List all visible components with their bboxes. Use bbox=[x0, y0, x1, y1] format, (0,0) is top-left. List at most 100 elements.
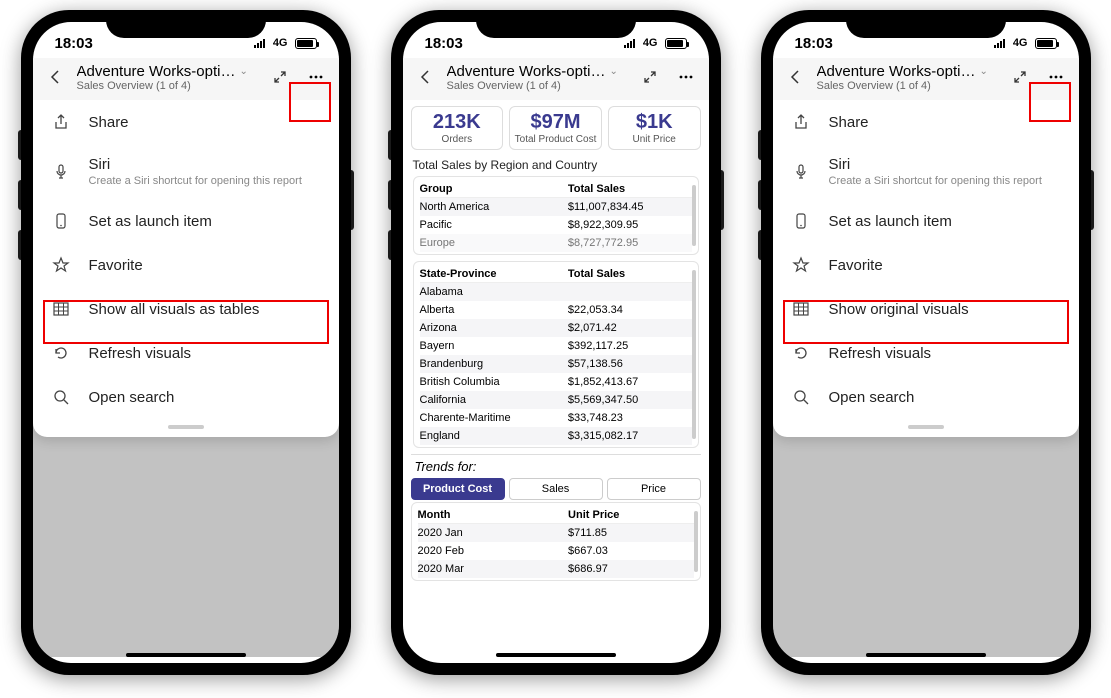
more-horizontal-icon bbox=[678, 69, 694, 85]
phone-frame-1: 18:03 4G Adventure Works-opti…⌄ Sales Ov… bbox=[21, 10, 351, 675]
phone-frame-3: 18:03 4G Adventure Works-opti…⌄ Sales Ov… bbox=[761, 10, 1091, 675]
menu-item-refresh[interactable]: Refresh visuals bbox=[773, 331, 1079, 375]
menu-item-siri[interactable]: Siri Create a Siri shortcut for opening … bbox=[33, 144, 339, 199]
kpi-value: $97M bbox=[512, 111, 599, 134]
menu-item-label: Open search bbox=[829, 389, 915, 406]
search-icon bbox=[791, 387, 811, 407]
more-options-button[interactable] bbox=[671, 62, 701, 92]
menu-item-label: Set as launch item bbox=[89, 213, 212, 230]
menu-item-search[interactable]: Open search bbox=[33, 375, 339, 419]
kpi-value: $1K bbox=[611, 111, 698, 134]
table-row[interactable]: Bayern$392,117.25 bbox=[420, 337, 692, 355]
menu-item-label: Favorite bbox=[829, 257, 883, 274]
signal-icon bbox=[994, 38, 1009, 48]
table-row[interactable]: Alabama bbox=[420, 283, 692, 301]
kpi-card-orders[interactable]: 213KOrders bbox=[411, 106, 504, 150]
network-label: 4G bbox=[643, 37, 658, 49]
search-icon bbox=[51, 387, 71, 407]
more-horizontal-icon bbox=[308, 69, 324, 85]
kpi-card-cost[interactable]: $97MTotal Product Cost bbox=[509, 106, 602, 150]
menu-item-label: Share bbox=[829, 114, 869, 131]
phone-icon bbox=[791, 211, 811, 231]
menu-item-launch[interactable]: Set as launch item bbox=[773, 199, 1079, 243]
kpi-label: Orders bbox=[414, 134, 501, 145]
sheet-grabber[interactable] bbox=[168, 425, 204, 429]
menu-item-share[interactable]: Share bbox=[773, 100, 1079, 144]
scrollbar[interactable] bbox=[692, 270, 696, 439]
report-title-dropdown[interactable]: Adventure Works-opti…⌄ Sales Overview (1… bbox=[77, 63, 259, 92]
home-indicator[interactable] bbox=[496, 653, 616, 657]
scrollbar[interactable] bbox=[694, 511, 698, 572]
menu-item-show-original[interactable]: Show original visuals bbox=[773, 287, 1079, 331]
tab-product-cost[interactable]: Product Cost bbox=[411, 478, 505, 500]
menu-item-label: Refresh visuals bbox=[829, 345, 932, 362]
report-canvas[interactable]: 213KOrders $97MTotal Product Cost $1KUni… bbox=[403, 100, 709, 657]
table-row[interactable]: Brandenburg$57,138.56 bbox=[420, 355, 692, 373]
home-indicator[interactable] bbox=[126, 653, 246, 657]
menu-item-launch[interactable]: Set as launch item bbox=[33, 199, 339, 243]
expand-button[interactable] bbox=[265, 62, 295, 92]
table-row[interactable]: California$5,569,347.50 bbox=[420, 391, 692, 409]
expand-button[interactable] bbox=[635, 62, 665, 92]
kpi-card-price[interactable]: $1KUnit Price bbox=[608, 106, 701, 150]
section-title: Total Sales by Region and Country bbox=[403, 156, 709, 174]
chevron-left-icon bbox=[788, 69, 804, 85]
signal-icon bbox=[624, 38, 639, 48]
table-row[interactable]: 2020 Feb$667.03 bbox=[418, 542, 694, 560]
modal-scrim[interactable]: Charente-Maritime$33,748.23 England$3,31… bbox=[773, 100, 1079, 657]
table-trends[interactable]: MonthUnit Price 2020 Jan$711.85 2020 Feb… bbox=[411, 502, 701, 581]
more-options-button[interactable] bbox=[301, 62, 331, 92]
col-header: State-Province bbox=[420, 268, 568, 280]
table-row[interactable]: 2020 Jan$711.85 bbox=[418, 524, 694, 542]
modal-scrim[interactable]: Europe$8.7M Microsoft Bing Terms Share S… bbox=[33, 100, 339, 657]
star-icon bbox=[791, 255, 811, 275]
menu-item-refresh[interactable]: Refresh visuals bbox=[33, 331, 339, 375]
col-header: Unit Price bbox=[568, 509, 693, 521]
status-time: 18:03 bbox=[55, 35, 93, 52]
scrollbar[interactable] bbox=[692, 185, 696, 246]
phone-icon bbox=[51, 211, 71, 231]
expand-icon bbox=[272, 69, 288, 85]
menu-item-siri[interactable]: Siri Create a Siri shortcut for opening … bbox=[773, 144, 1079, 199]
menu-item-show-tables[interactable]: Show all visuals as tables bbox=[33, 287, 339, 331]
report-subtitle: Sales Overview (1 of 4) bbox=[77, 80, 259, 92]
table-grid-icon bbox=[791, 299, 811, 319]
table-row[interactable]: North America$11,007,834.45 bbox=[420, 198, 692, 216]
phone-frame-2: 18:03 4G Adventure Works-opti…⌄ Sales Ov… bbox=[391, 10, 721, 675]
chevron-left-icon bbox=[48, 69, 64, 85]
refresh-icon bbox=[51, 343, 71, 363]
table-state-sales[interactable]: State-ProvinceTotal Sales Alabama Albert… bbox=[413, 261, 699, 448]
col-header: Group bbox=[420, 183, 568, 195]
table-group-sales[interactable]: GroupTotal Sales North America$11,007,83… bbox=[413, 176, 699, 255]
trends-title: Trends for: bbox=[411, 457, 701, 476]
table-row[interactable]: Charente-Maritime$33,748.23 bbox=[420, 409, 692, 427]
table-row[interactable]: Pacific$8,922,309.95 bbox=[420, 216, 692, 234]
table-row[interactable]: England$3,315,082.17 bbox=[420, 427, 692, 445]
menu-item-label: Share bbox=[89, 114, 129, 131]
back-button[interactable] bbox=[41, 62, 71, 92]
more-horizontal-icon bbox=[1048, 69, 1064, 85]
table-row[interactable]: Arizona$2,071.42 bbox=[420, 319, 692, 337]
menu-item-label: Siri bbox=[89, 156, 302, 173]
report-title: Adventure Works-opti… bbox=[77, 63, 236, 80]
sheet-grabber[interactable] bbox=[908, 425, 944, 429]
report-header: Adventure Works-opti…⌄ Sales Overview (1… bbox=[33, 58, 339, 100]
back-button[interactable] bbox=[411, 62, 441, 92]
tab-price[interactable]: Price bbox=[607, 478, 701, 500]
expand-button[interactable] bbox=[1005, 62, 1035, 92]
col-header: Total Sales bbox=[568, 268, 692, 280]
home-indicator[interactable] bbox=[866, 653, 986, 657]
report-title-dropdown[interactable]: Adventure Works-opti…⌄ Sales Overview (1… bbox=[447, 63, 629, 92]
table-row[interactable]: 2020 Mar$686.97 bbox=[418, 560, 694, 578]
table-row[interactable]: British Columbia$1,852,413.67 bbox=[420, 373, 692, 391]
more-options-button[interactable] bbox=[1041, 62, 1071, 92]
report-title-dropdown[interactable]: Adventure Works-opti…⌄ Sales Overview (1… bbox=[817, 63, 999, 92]
table-row[interactable]: Alberta$22,053.34 bbox=[420, 301, 692, 319]
table-row[interactable]: Europe$8,727,772.95 bbox=[420, 234, 692, 252]
menu-item-favorite[interactable]: Favorite bbox=[773, 243, 1079, 287]
menu-item-search[interactable]: Open search bbox=[773, 375, 1079, 419]
tab-sales[interactable]: Sales bbox=[509, 478, 603, 500]
menu-item-share[interactable]: Share bbox=[33, 100, 339, 144]
menu-item-favorite[interactable]: Favorite bbox=[33, 243, 339, 287]
back-button[interactable] bbox=[781, 62, 811, 92]
